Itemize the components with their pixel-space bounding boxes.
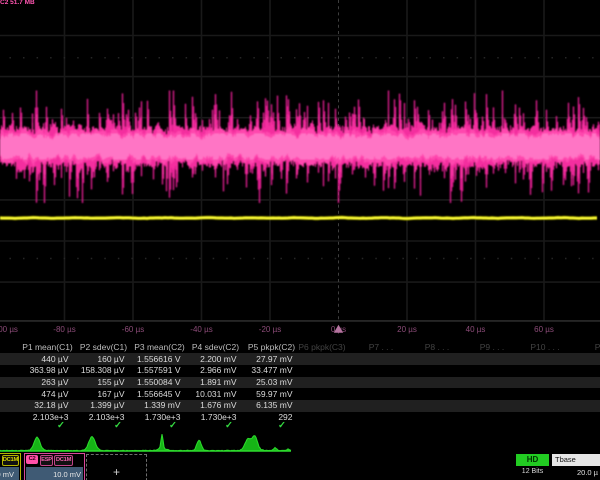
svg-text:-20 µs: -20 µs xyxy=(259,325,281,334)
svg-text:60 µs: 60 µs xyxy=(534,325,554,334)
svg-text:20 µs: 20 µs xyxy=(397,325,417,334)
svg-text:-60 µs: -60 µs xyxy=(122,325,144,334)
svg-text:-100 µs: -100 µs xyxy=(0,325,18,334)
svg-text:-80 µs: -80 µs xyxy=(53,325,75,334)
svg-text:40 µs: 40 µs xyxy=(466,325,486,334)
svg-text:-40 µs: -40 µs xyxy=(190,325,212,334)
